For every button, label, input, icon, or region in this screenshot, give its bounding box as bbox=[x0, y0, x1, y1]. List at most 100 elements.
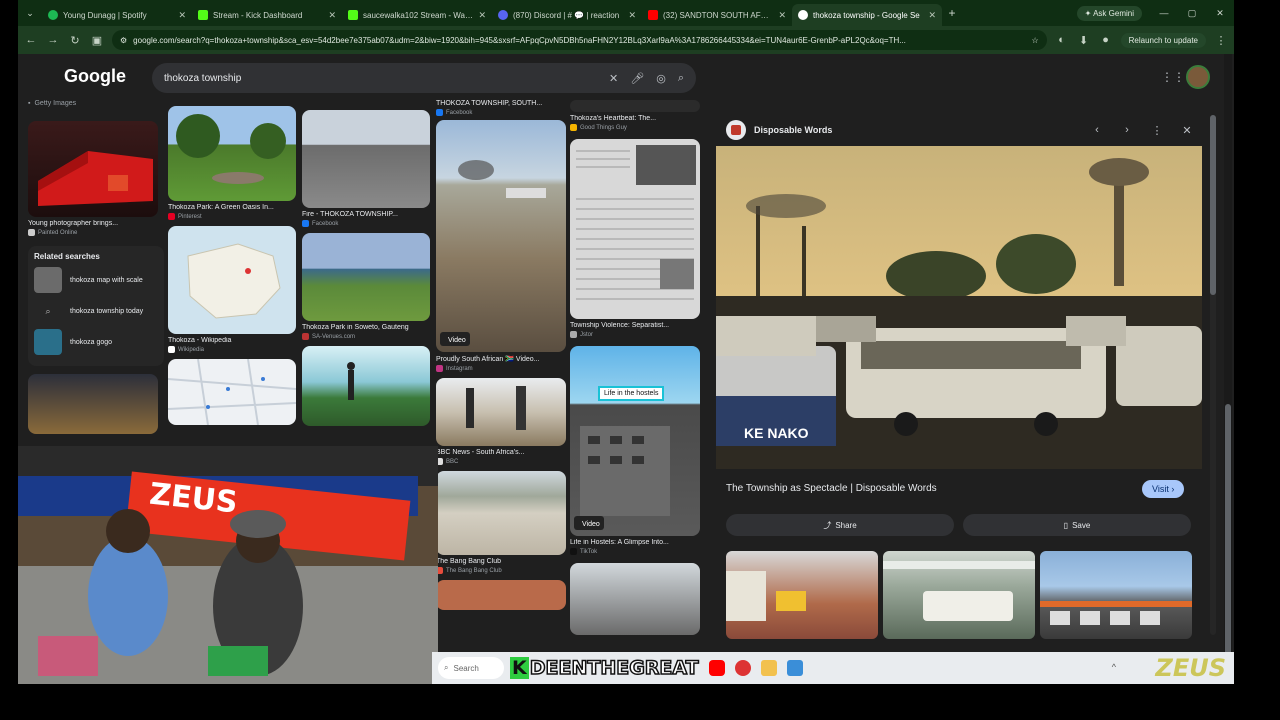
result-image-runner[interactable] bbox=[302, 346, 430, 426]
result-image-wall-graffiti[interactable] bbox=[436, 471, 566, 555]
result-image-road[interactable] bbox=[302, 110, 430, 208]
close-window-button[interactable]: ✕ bbox=[1206, 8, 1234, 19]
result-image-hostels[interactable]: Life in the hostels Video bbox=[570, 346, 700, 536]
next-icon[interactable]: › bbox=[1116, 124, 1138, 136]
panel-scrollbar[interactable] bbox=[1210, 115, 1216, 635]
store-taskbar-icon[interactable] bbox=[786, 660, 803, 676]
extension-icon[interactable]: ◐ bbox=[1055, 34, 1069, 46]
map-illustration bbox=[187, 243, 281, 319]
related-item[interactable]: thokoza map with scale bbox=[34, 267, 158, 293]
more-options-icon[interactable]: ⋮ bbox=[1146, 124, 1168, 137]
result-caption[interactable]: Thokoza's Heartbeat: The... bbox=[570, 115, 700, 122]
maximize-button[interactable]: ▢ bbox=[1178, 8, 1206, 19]
result-image-red-house[interactable] bbox=[28, 121, 158, 217]
clear-icon[interactable]: ✕ bbox=[609, 72, 618, 85]
page-scroll-thumb[interactable] bbox=[1225, 404, 1231, 684]
tab-search-icon[interactable]: ⌄ bbox=[18, 0, 42, 26]
lens-icon[interactable]: ◎ bbox=[656, 72, 666, 85]
result-image-cropped[interactable] bbox=[570, 100, 700, 112]
related-label: thokoza gogo bbox=[70, 338, 113, 346]
search-icon[interactable]: ⌕ bbox=[678, 72, 684, 85]
result-caption[interactable]: Fire - THOKOZA TOWNSHIP... bbox=[302, 211, 430, 218]
result-image-bbc[interactable] bbox=[436, 378, 566, 446]
close-icon[interactable]: ✕ bbox=[928, 10, 936, 21]
related-item[interactable]: thokoza gogo bbox=[34, 329, 158, 355]
related-image-1[interactable] bbox=[726, 551, 878, 639]
result-caption[interactable]: Township Violence: Separatist... bbox=[570, 322, 700, 329]
panel-scroll-thumb[interactable] bbox=[1210, 115, 1216, 295]
youtube-taskbar-icon[interactable] bbox=[708, 660, 725, 676]
avatar[interactable] bbox=[1186, 65, 1210, 89]
address-bar[interactable]: ⚙ google.com/search?q=thokoza+township&s… bbox=[112, 30, 1047, 50]
close-icon[interactable]: ✕ bbox=[628, 10, 636, 21]
profile-icon[interactable]: ● bbox=[1099, 34, 1113, 46]
forward-button[interactable]: → bbox=[46, 34, 60, 46]
download-icon[interactable]: ⬇ bbox=[1077, 34, 1091, 47]
result-image-street-smoke[interactable]: Video bbox=[436, 120, 566, 352]
close-icon[interactable]: ✕ bbox=[1176, 124, 1198, 137]
result-image-newspaper[interactable] bbox=[570, 139, 700, 319]
save-button[interactable]: ▯ Save bbox=[963, 514, 1191, 536]
result-caption[interactable]: Thokoza Park: A Green Oasis In... bbox=[168, 204, 296, 211]
result-image-street-map[interactable] bbox=[168, 359, 296, 425]
back-button[interactable]: ← bbox=[24, 34, 38, 46]
related-image-2[interactable] bbox=[883, 551, 1035, 639]
tab-google-search[interactable]: thokoza township - Google Se ✕ bbox=[792, 4, 942, 26]
result-image-dusk[interactable] bbox=[28, 374, 158, 434]
close-icon[interactable]: ✕ bbox=[328, 10, 336, 21]
tab-discord[interactable]: (870) Discord | # 💬 | reaction ✕ bbox=[492, 4, 642, 26]
site-logo[interactable] bbox=[726, 120, 746, 140]
tray-chevron-icon[interactable]: ^ bbox=[1112, 662, 1116, 672]
folder-taskbar-icon[interactable] bbox=[760, 660, 777, 676]
result-caption[interactable]: Thokoza - Wikipedia bbox=[168, 337, 296, 344]
panel-source-name[interactable]: Disposable Words bbox=[754, 125, 1078, 135]
discord-icon bbox=[498, 10, 508, 20]
mic-icon[interactable]: 🎤︎ bbox=[630, 72, 644, 85]
video-badge-text: Video bbox=[582, 521, 600, 528]
visit-button[interactable]: Visit › bbox=[1142, 480, 1185, 498]
relaunch-button[interactable]: Relaunch to update bbox=[1120, 32, 1206, 48]
result-caption[interactable]: Young photographer brings... bbox=[28, 220, 164, 227]
minimize-button[interactable]: — bbox=[1150, 8, 1178, 18]
reload-button[interactable]: ↻ bbox=[68, 34, 82, 47]
share-button[interactable]: ⤴ Share bbox=[726, 514, 954, 536]
result-caption[interactable]: Life in Hostels: A Glimpse Into... bbox=[570, 539, 700, 546]
result-caption[interactable]: The Bang Bang Club bbox=[436, 558, 566, 565]
result-caption[interactable]: Thokoza Park in Soweto, Gauteng bbox=[302, 324, 430, 331]
tab-kick-stream[interactable]: saucewalka102 Stream - Watch ✕ bbox=[342, 4, 492, 26]
source-name: The Bang Bang Club bbox=[446, 567, 502, 574]
bookmark-star-icon[interactable]: ☆ bbox=[1031, 36, 1038, 45]
source-name: TikTok bbox=[580, 548, 598, 555]
tab-spotify[interactable]: Young Dunagg | Spotify ✕ bbox=[42, 4, 192, 26]
site-info-icon[interactable]: ⚙ bbox=[120, 36, 127, 45]
search-box[interactable]: thokoza township ✕ 🎤︎ ◎ ⌕ bbox=[152, 63, 696, 93]
result-image-map[interactable] bbox=[168, 226, 296, 334]
google-logo[interactable]: Google bbox=[64, 66, 126, 87]
result-caption[interactable]: Proudly South African 🇿🇦 Video... bbox=[436, 355, 566, 363]
ask-gemini-button[interactable]: ✦ Ask Gemini bbox=[1076, 5, 1142, 21]
tab-youtube[interactable]: (32) SANDTON SOUTH AFRICA ✕ bbox=[642, 4, 792, 26]
close-icon[interactable]: ✕ bbox=[478, 10, 486, 21]
result-caption[interactable]: BBC News - South Africa's... bbox=[436, 449, 566, 456]
tab-kick-dashboard[interactable]: Stream - Kick Dashboard ✕ bbox=[192, 4, 342, 26]
menu-icon[interactable]: ⋮ bbox=[1214, 34, 1228, 47]
tab-layout-icon[interactable]: ▣ bbox=[90, 34, 104, 47]
result-source: SA-Venues.com bbox=[302, 333, 430, 340]
result-image-house[interactable] bbox=[436, 580, 566, 610]
page-scrollbar[interactable] bbox=[1224, 54, 1232, 684]
search-query[interactable]: thokoza township bbox=[164, 73, 597, 84]
app-taskbar-icon[interactable] bbox=[734, 660, 751, 676]
related-image-3[interactable] bbox=[1040, 551, 1192, 639]
result-caption[interactable]: THOKOZA TOWNSHIP, SOUTH... bbox=[436, 100, 566, 107]
result-image-group[interactable] bbox=[570, 563, 700, 635]
preview-caption[interactable]: The Township as Spectacle | Disposable W… bbox=[726, 483, 937, 494]
preview-image[interactable]: KE NAKO bbox=[716, 146, 1202, 469]
related-item[interactable]: ⌕ thokoza township today bbox=[34, 298, 158, 324]
result-image-lake-park[interactable] bbox=[302, 233, 430, 321]
previous-icon[interactable]: ‹ bbox=[1086, 124, 1108, 136]
taskbar-search[interactable]: ⌕ Search bbox=[438, 657, 504, 679]
result-image-park[interactable] bbox=[168, 106, 296, 201]
close-icon[interactable]: ✕ bbox=[178, 10, 186, 21]
new-tab-button[interactable]: + bbox=[942, 6, 962, 20]
close-icon[interactable]: ✕ bbox=[778, 10, 786, 21]
